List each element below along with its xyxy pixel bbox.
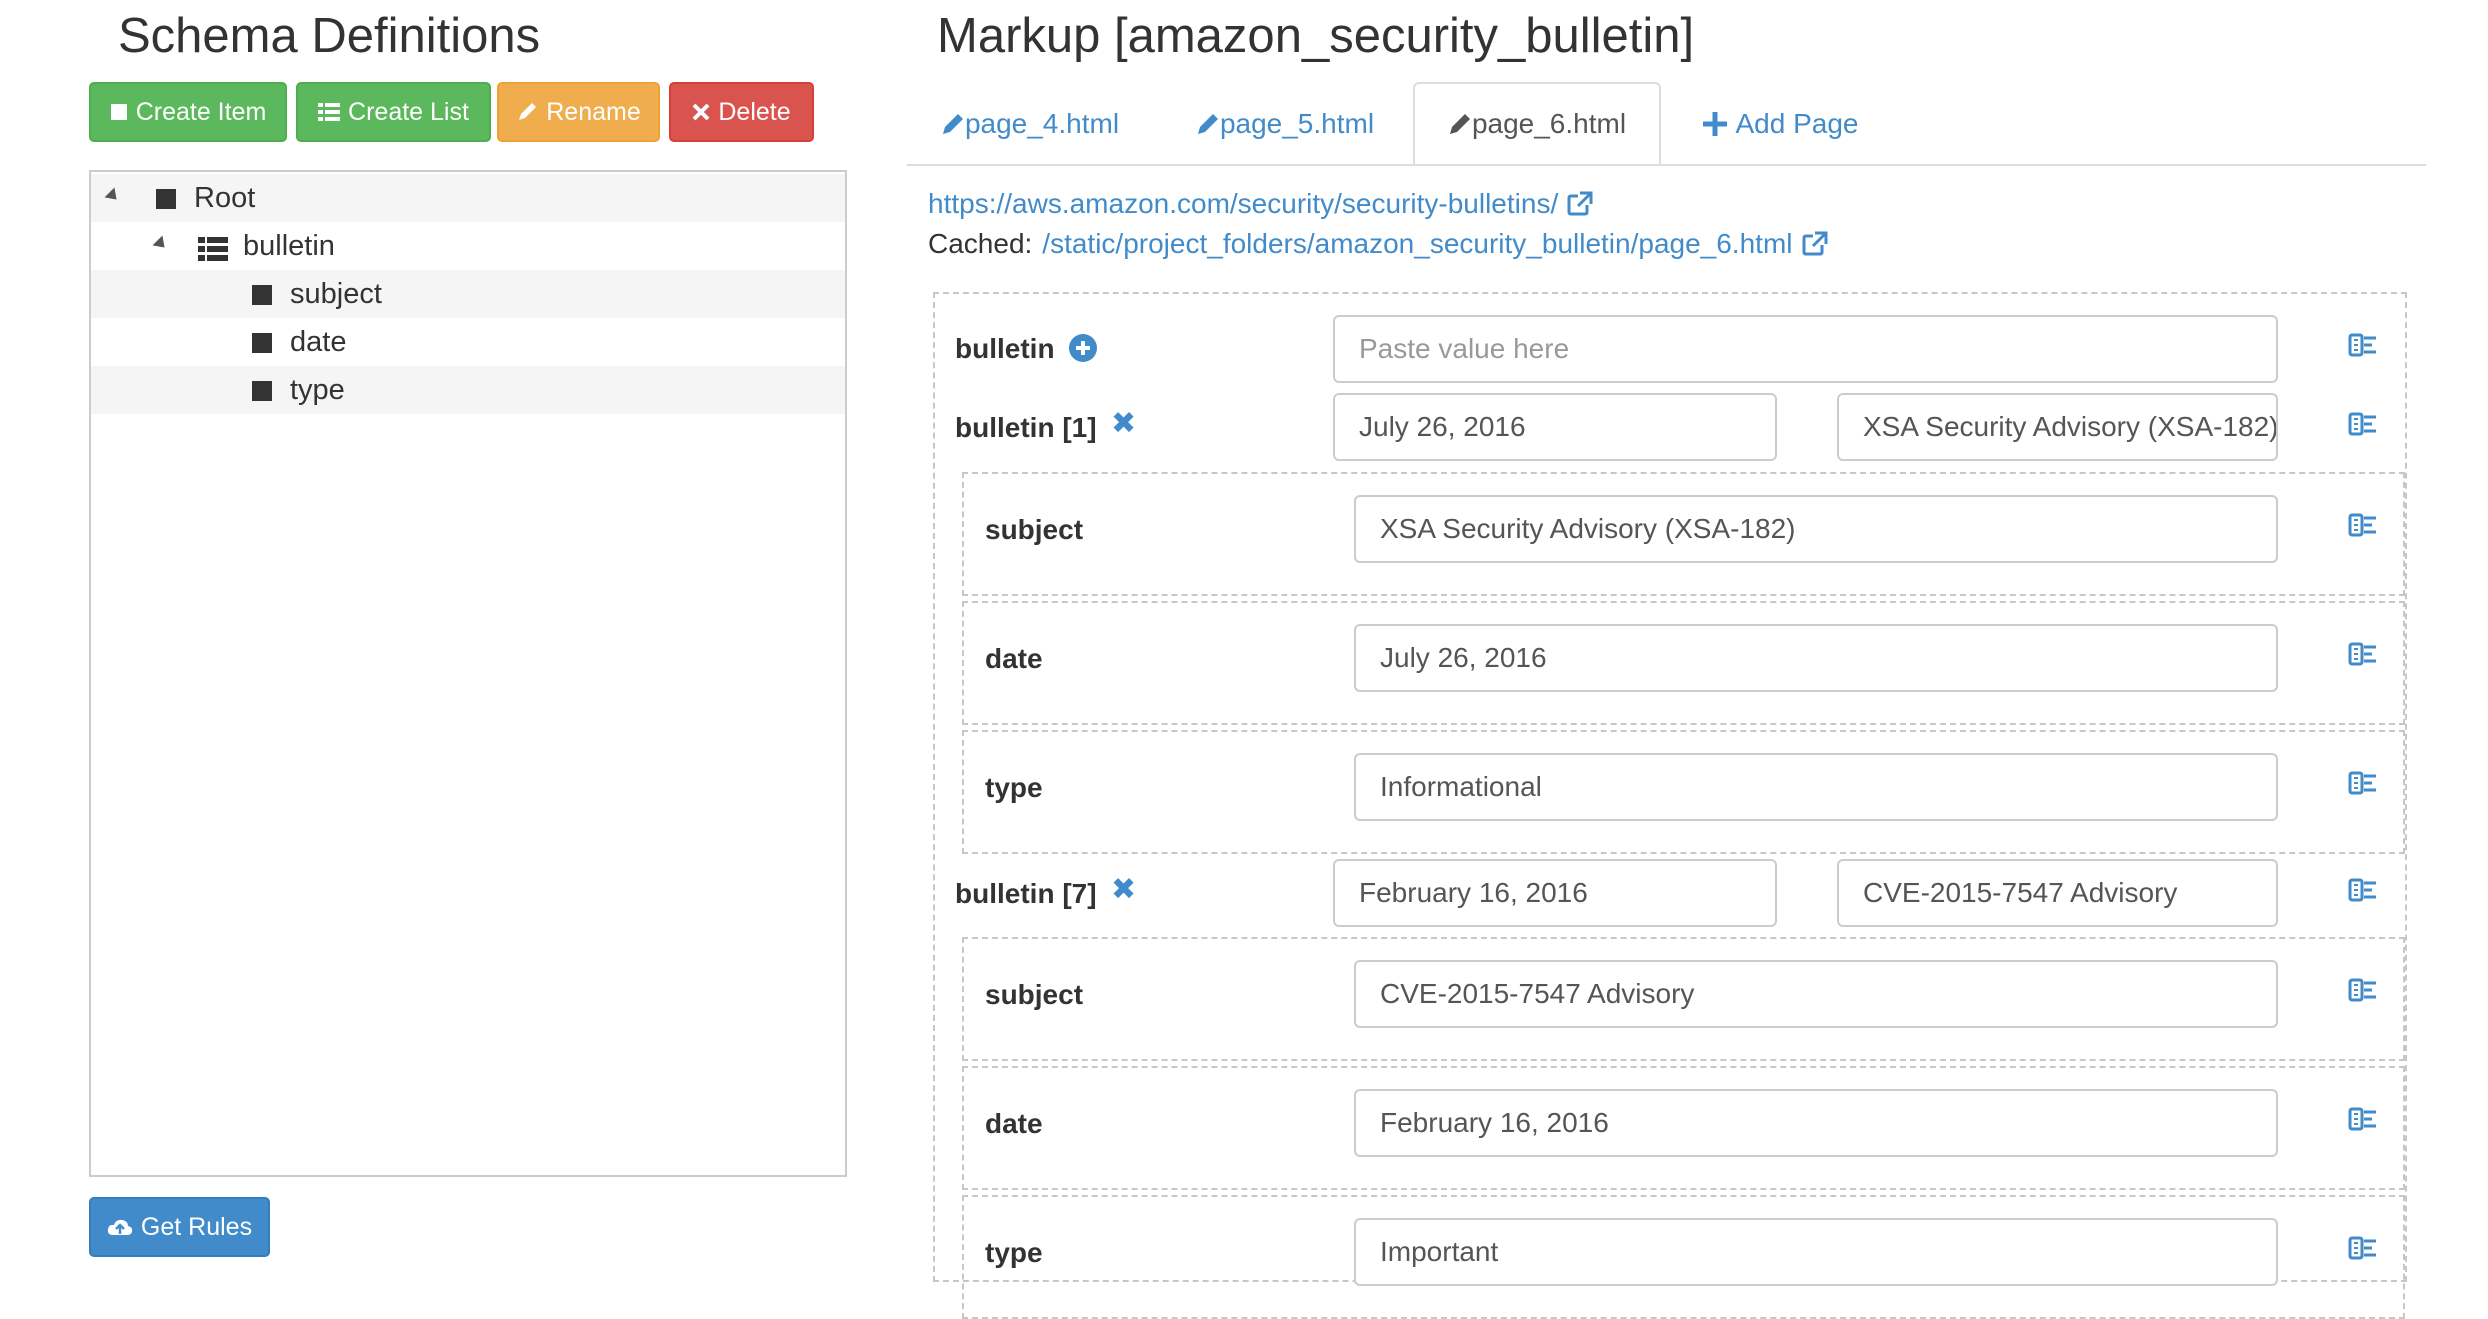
selector-icon[interactable] <box>2348 410 2378 440</box>
bulletin-label: bulletin <box>955 333 1055 364</box>
cached-label: Cached: <box>928 228 1033 259</box>
x-icon[interactable]: ✖ <box>1111 409 1136 439</box>
tree-node-date[interactable]: date <box>91 318 845 366</box>
bulletin-input[interactable]: Paste value here <box>1333 315 2278 383</box>
markup-title: Markup [amazon_security_bulletin] <box>937 9 1695 63</box>
rename-button[interactable]: Rename <box>497 82 660 142</box>
pencil-icon <box>942 114 963 134</box>
pencil-icon <box>516 101 538 123</box>
source-url-link[interactable]: https://aws.amazon.com/security/security… <box>928 188 1558 220</box>
list-icon <box>198 236 228 269</box>
tab-page-4[interactable]: page_4.html <box>910 82 1150 166</box>
tree-node-root[interactable]: Root <box>91 174 845 222</box>
subject-input[interactable]: XSA Security Advisory (XSA-182) <box>1354 495 2278 563</box>
tab-page-6[interactable]: page_6.html <box>1413 82 1661 166</box>
selector-icon[interactable] <box>2348 976 2378 1006</box>
tree-node-label: subject <box>290 277 382 310</box>
type-label: type <box>985 1237 1043 1268</box>
tree-node-bulletin[interactable]: bulletin <box>91 222 845 270</box>
type-label: type <box>985 772 1043 803</box>
bulletin-date-input[interactable]: February 16, 2016 <box>1333 859 1777 927</box>
square-icon <box>252 333 272 353</box>
selector-icon[interactable] <box>2348 640 2378 670</box>
square-icon <box>252 381 272 401</box>
list-icon <box>318 102 341 122</box>
tab-label: page_6.html <box>1471 108 1627 139</box>
type-input[interactable]: Informational <box>1354 753 2278 821</box>
bulletin-subject-input[interactable]: CVE-2015-7547 Advisory <box>1837 859 2278 927</box>
selector-icon[interactable] <box>2348 331 2378 361</box>
upload-cloud-icon <box>107 1217 133 1237</box>
tree-node-type[interactable]: type <box>91 366 845 414</box>
create-item-button[interactable]: Create Item <box>89 82 287 142</box>
x-icon <box>692 103 710 121</box>
type-input[interactable]: Important <box>1354 1218 2278 1286</box>
x-icon[interactable]: ✖ <box>1111 875 1136 905</box>
selector-icon[interactable] <box>2348 1105 2378 1135</box>
source-url-row: https://aws.amazon.com/security/security… <box>928 188 1594 220</box>
expand-triangle-icon[interactable] <box>104 187 122 205</box>
square-icon <box>110 103 128 121</box>
tree-node-label: Root <box>194 181 256 214</box>
selector-icon[interactable] <box>2348 511 2378 541</box>
date-input[interactable]: February 16, 2016 <box>1354 1089 2278 1157</box>
plus-circle-icon[interactable] <box>1068 333 1098 363</box>
tree-node-label: date <box>290 325 347 358</box>
delete-label: Delete <box>718 97 791 126</box>
add-page-label: Add Page <box>1735 108 1859 139</box>
external-link-icon[interactable] <box>1801 230 1829 258</box>
external-link-icon[interactable] <box>1566 190 1594 218</box>
bulletin-subject-input[interactable]: XSA Security Advisory (XSA-182) <box>1837 393 2278 461</box>
bulletin-entry-label: bulletin [7] <box>955 878 1097 909</box>
date-label: date <box>985 1108 1043 1139</box>
add-page-tab[interactable]: Add Page <box>1690 82 1870 166</box>
delete-button[interactable]: Delete <box>669 82 814 142</box>
get-rules-button[interactable]: Get Rules <box>89 1197 270 1257</box>
tree-node-label: bulletin <box>243 229 335 262</box>
pencil-icon <box>1197 114 1218 134</box>
create-item-label: Create Item <box>135 97 267 126</box>
pencil-icon <box>1449 114 1470 134</box>
schema-title: Schema Definitions <box>118 9 541 63</box>
create-list-button[interactable]: Create List <box>296 82 491 142</box>
rename-label: Rename <box>546 97 641 126</box>
subject-label: subject <box>985 979 1084 1010</box>
get-rules-label: Get Rules <box>140 1212 253 1241</box>
square-icon <box>156 189 176 209</box>
tab-page-5[interactable]: page_5.html <box>1165 82 1405 166</box>
create-list-label: Create List <box>348 97 469 126</box>
plus-icon <box>1702 112 1727 136</box>
cached-url-link[interactable]: /static/project_folders/amazon_security_… <box>1042 228 1792 260</box>
tree-node-label: type <box>290 373 345 406</box>
cached-url-row: Cached: /static/project_folders/amazon_s… <box>928 228 1829 260</box>
date-label: date <box>985 643 1043 674</box>
selector-icon[interactable] <box>2348 1234 2378 1264</box>
bulletin-date-input[interactable]: July 26, 2016 <box>1333 393 1777 461</box>
tabs-divider <box>907 164 2426 166</box>
subject-label: subject <box>985 514 1084 545</box>
expand-triangle-icon[interactable] <box>152 235 170 253</box>
bulletin-entry-label: bulletin [1] <box>955 412 1097 443</box>
selector-icon[interactable] <box>2348 769 2378 799</box>
schema-tree: Root bulletin subject date type <box>89 170 847 1177</box>
selector-icon[interactable] <box>2348 876 2378 906</box>
tab-label: page_5.html <box>1219 108 1375 139</box>
date-input[interactable]: July 26, 2016 <box>1354 624 2278 692</box>
subject-input[interactable]: CVE-2015-7547 Advisory <box>1354 960 2278 1028</box>
tab-label: page_4.html <box>964 108 1120 139</box>
tree-node-subject[interactable]: subject <box>91 270 845 318</box>
square-icon <box>252 285 272 305</box>
